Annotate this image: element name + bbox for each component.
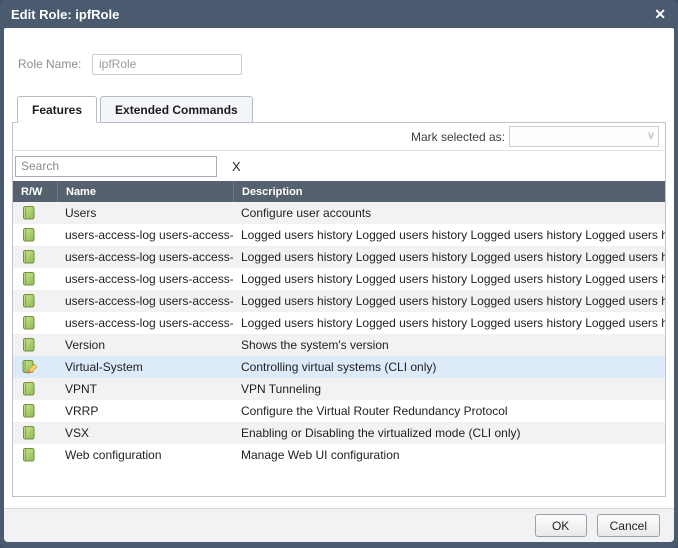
mark-selected-dropdown[interactable]: ∨	[509, 126, 659, 147]
table-row[interactable]: VSX Enabling or Disabling the virtualize…	[13, 422, 665, 444]
dialog-body: Role Name: Features Extended Commands Ma…	[4, 28, 674, 542]
role-name-field[interactable]	[92, 54, 242, 75]
rw-cell	[13, 359, 57, 375]
feature-description: Enabling or Disabling the virtualized mo…	[233, 426, 665, 440]
feature-name: VPNT	[57, 382, 233, 396]
feature-description: Logged users history Logged users histor…	[233, 294, 665, 308]
role-name-row: Role Name:	[4, 53, 674, 75]
tab-strip: Features Extended Commands	[4, 96, 674, 123]
cancel-button[interactable]: Cancel	[597, 514, 660, 537]
read-access-icon	[22, 403, 37, 419]
read-access-icon	[22, 271, 37, 287]
rw-cell	[13, 381, 57, 397]
feature-name: Web configuration	[57, 448, 233, 462]
features-pane: Mark selected as: ∨ X R/W Name Descripti…	[12, 122, 666, 497]
rw-cell	[13, 337, 57, 353]
table-row[interactable]: users-access-log users-access-... Logged…	[13, 290, 665, 312]
ok-button[interactable]: OK	[535, 514, 587, 537]
read-access-icon	[22, 337, 37, 353]
tab-features[interactable]: Features	[17, 96, 97, 123]
rw-cell	[13, 403, 57, 419]
feature-description: Shows the system's version	[233, 338, 665, 352]
search-bar: X	[13, 151, 665, 181]
rw-cell	[13, 249, 57, 265]
feature-name: users-access-log users-access-...	[57, 294, 233, 308]
dialog-title: Edit Role: ipfRole	[11, 7, 654, 22]
read-access-icon	[22, 227, 37, 243]
table-row[interactable]: VPNT VPN Tunneling	[13, 378, 665, 400]
rw-cell	[13, 205, 57, 221]
table-row[interactable]: users-access-log users-access-... Logged…	[13, 246, 665, 268]
close-icon[interactable]: ✕	[654, 7, 666, 21]
feature-description: Logged users history Logged users histor…	[233, 272, 665, 286]
feature-name: users-access-log users-access-...	[57, 250, 233, 264]
feature-description: VPN Tunneling	[233, 382, 665, 396]
read-access-icon	[22, 315, 37, 331]
column-header-description: Description	[233, 181, 665, 202]
read-access-icon	[22, 293, 37, 309]
table-row[interactable]: Users Configure user accounts	[13, 202, 665, 224]
column-header-name: Name	[57, 181, 233, 202]
rw-cell	[13, 227, 57, 243]
read-access-icon	[22, 205, 37, 221]
table-row[interactable]: VRRP Configure the Virtual Router Redund…	[13, 400, 665, 422]
table-row[interactable]: Web configuration Manage Web UI configur…	[13, 444, 665, 466]
feature-description: Controlling virtual systems (CLI only)	[233, 360, 665, 374]
feature-description: Logged users history Logged users histor…	[233, 250, 665, 264]
feature-name: VRRP	[57, 404, 233, 418]
read-access-icon	[22, 425, 37, 441]
table-row[interactable]: Version Shows the system's version	[13, 334, 665, 356]
feature-description: Manage Web UI configuration	[233, 448, 665, 462]
table-header: R/W Name Description	[13, 181, 665, 202]
feature-description: Logged users history Logged users histor…	[233, 316, 665, 330]
dialog-titlebar: Edit Role: ipfRole ✕	[0, 0, 678, 28]
search-input[interactable]	[15, 156, 217, 177]
mark-selected-toolbar: Mark selected as: ∨	[13, 123, 665, 151]
feature-name: Users	[57, 206, 233, 220]
dialog-footer: OK Cancel	[4, 508, 674, 542]
rw-cell	[13, 425, 57, 441]
tab-extended-commands[interactable]: Extended Commands	[100, 96, 253, 123]
table-row[interactable]: users-access-log users-access-... Logged…	[13, 224, 665, 246]
rw-cell	[13, 271, 57, 287]
feature-name: users-access-log users-access-...	[57, 316, 233, 330]
feature-name: VSX	[57, 426, 233, 440]
rw-cell	[13, 293, 57, 309]
feature-description: Configure user accounts	[233, 206, 665, 220]
features-table-body: Users Configure user accounts users-acce…	[13, 202, 665, 496]
feature-name: Version	[57, 338, 233, 352]
feature-name: users-access-log users-access-...	[57, 272, 233, 286]
table-row[interactable]: users-access-log users-access-... Logged…	[13, 312, 665, 334]
feature-description: Configure the Virtual Router Redundancy …	[233, 404, 665, 418]
feature-name: users-access-log users-access-...	[57, 228, 233, 242]
chevron-down-icon: ∨	[647, 129, 655, 142]
table-row[interactable]: Virtual-System Controlling virtual syste…	[13, 356, 665, 378]
edit-role-dialog: Edit Role: ipfRole ✕ Role Name: Features…	[0, 0, 678, 548]
feature-name: Virtual-System	[57, 360, 233, 374]
write-access-icon	[22, 359, 38, 375]
table-row[interactable]: users-access-log users-access-... Logged…	[13, 268, 665, 290]
rw-cell	[13, 315, 57, 331]
read-access-icon	[22, 447, 37, 463]
rw-cell	[13, 447, 57, 463]
feature-description: Logged users history Logged users histor…	[233, 228, 665, 242]
role-name-label: Role Name:	[18, 57, 92, 71]
mark-selected-label: Mark selected as:	[411, 130, 505, 144]
column-header-rw: R/W	[13, 186, 57, 198]
read-access-icon	[22, 381, 37, 397]
read-access-icon	[22, 249, 37, 265]
clear-search-button[interactable]: X	[232, 159, 241, 174]
